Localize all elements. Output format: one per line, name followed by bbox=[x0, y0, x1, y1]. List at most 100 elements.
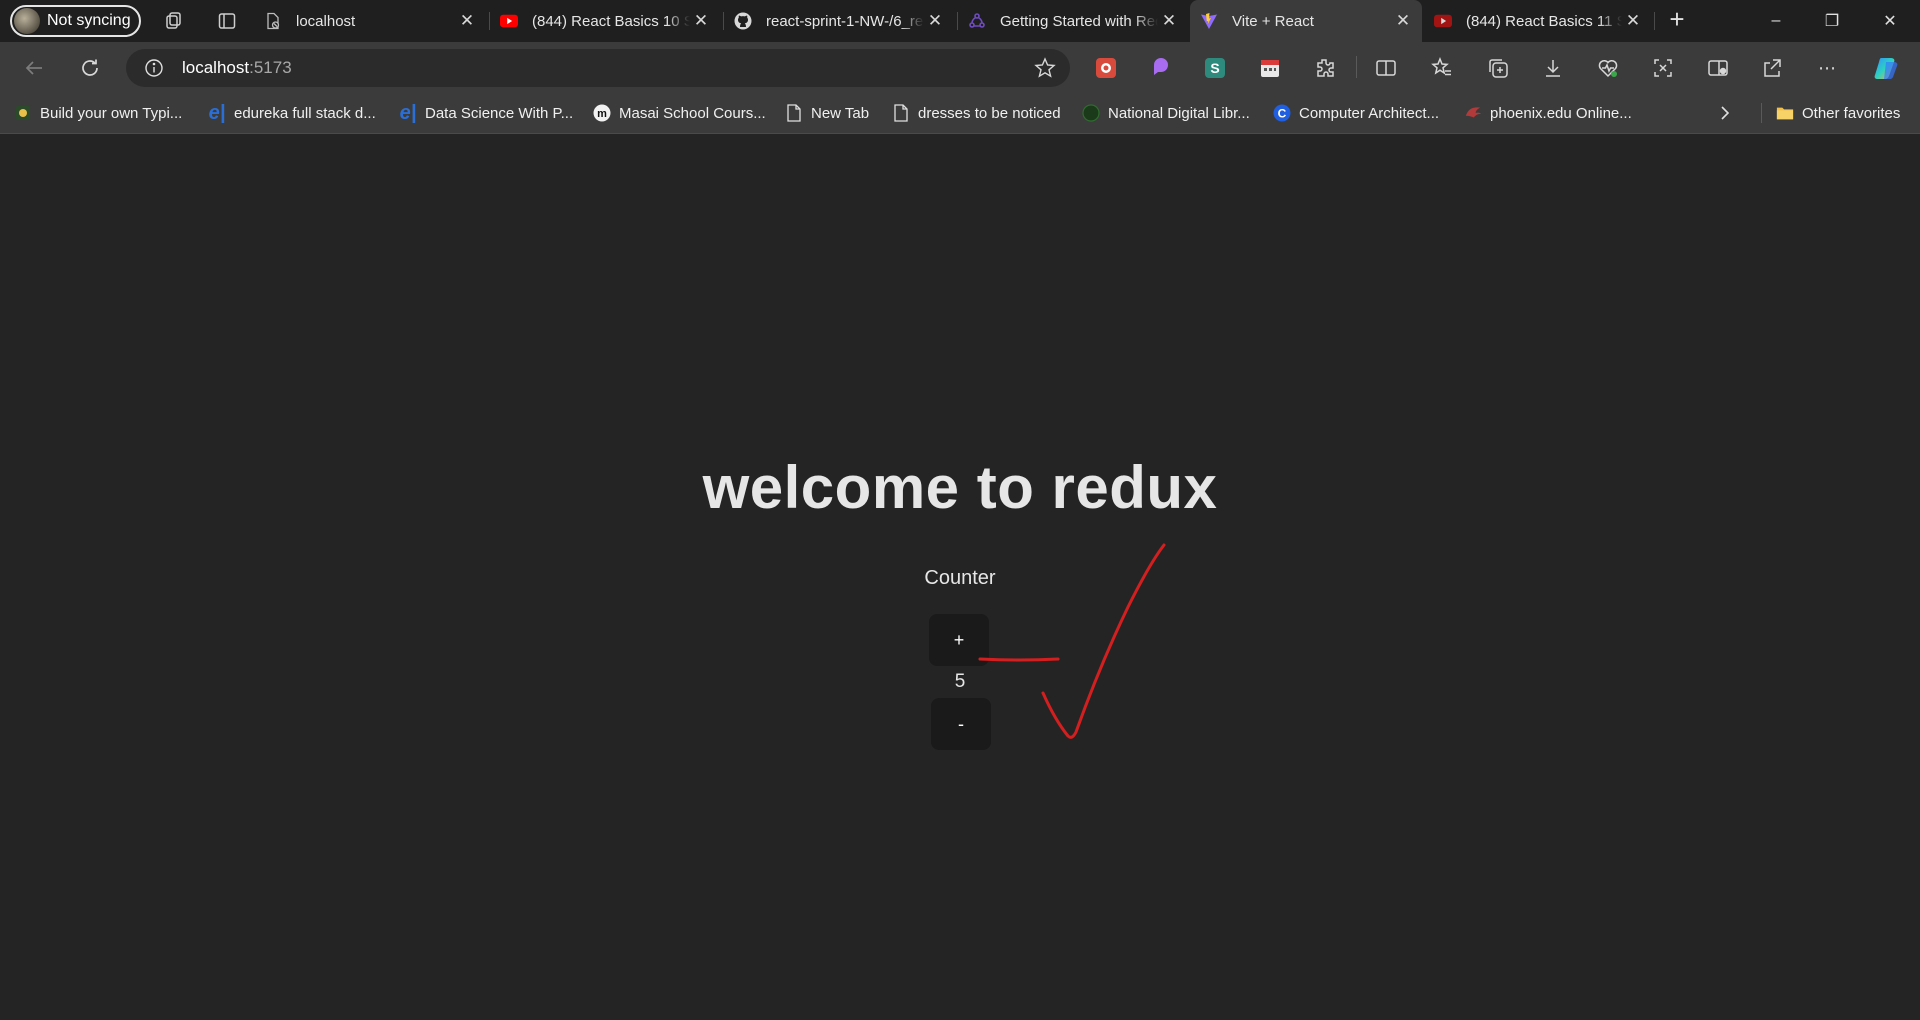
reading-view-icon[interactable] bbox=[1706, 56, 1730, 80]
tab-localhost[interactable]: localhost ✕ bbox=[254, 0, 486, 42]
favorites-icon[interactable] bbox=[1430, 56, 1454, 80]
restore-button[interactable]: ❐ bbox=[1804, 0, 1860, 42]
phoenix-icon bbox=[1464, 104, 1482, 122]
minimize-button[interactable]: – bbox=[1748, 0, 1804, 42]
youtube-icon bbox=[500, 12, 518, 30]
c-icon: C bbox=[1273, 104, 1291, 122]
refresh-button[interactable] bbox=[76, 54, 104, 82]
site-info-icon[interactable] bbox=[144, 58, 164, 78]
extension-purple-icon[interactable] bbox=[1149, 56, 1173, 80]
url-text[interactable]: localhost:5173 bbox=[182, 58, 292, 78]
page-viewport: welcome to redux Counter + 5 - bbox=[0, 135, 1920, 1020]
profile-button[interactable]: Not syncing bbox=[10, 5, 141, 37]
folder-icon bbox=[1776, 104, 1794, 122]
toolbar-divider bbox=[1356, 56, 1357, 78]
split-screen-icon[interactable] bbox=[1374, 56, 1398, 80]
star-icon[interactable] bbox=[1034, 57, 1056, 79]
favorite-label: Computer Architect... bbox=[1299, 104, 1440, 122]
tab-title: localhost bbox=[296, 12, 356, 30]
tab-redux-docs[interactable]: Getting Started with Redux ✕ bbox=[958, 0, 1188, 42]
favorite-label: dresses to be noticed bbox=[918, 104, 1061, 122]
page-icon bbox=[892, 104, 910, 122]
tab-title: (844) React Basics 11 Sprint bbox=[1466, 12, 1622, 30]
edureka-icon: e| bbox=[399, 101, 417, 124]
svg-text:S: S bbox=[1210, 60, 1219, 76]
share-icon[interactable] bbox=[1760, 56, 1784, 80]
browser-toolbar: localhost:5173 S ⋯ bbox=[0, 42, 1920, 92]
tab-separator bbox=[1654, 12, 1655, 30]
favorite-label: edureka full stack d... bbox=[234, 104, 376, 122]
favorite-label: New Tab bbox=[811, 104, 870, 122]
address-bar[interactable]: localhost:5173 bbox=[126, 49, 1070, 87]
page-heading: welcome to redux bbox=[702, 454, 1218, 521]
close-icon[interactable]: ✕ bbox=[690, 11, 712, 31]
profile-label: Not syncing bbox=[47, 12, 131, 29]
favorite-build-typing[interactable]: Build your own Typi... bbox=[14, 102, 182, 124]
increment-button[interactable]: + bbox=[929, 614, 989, 666]
vite-icon bbox=[1200, 12, 1218, 30]
annotation-underline bbox=[978, 657, 1060, 662]
workspaces-icon[interactable] bbox=[162, 9, 186, 33]
counter-label: Counter bbox=[924, 567, 996, 589]
tab-title: Vite + React bbox=[1232, 12, 1314, 30]
masai-icon: m bbox=[593, 104, 611, 122]
close-window-button[interactable]: ✕ bbox=[1862, 0, 1918, 42]
favorite-computer-architecture[interactable]: C Computer Architect... bbox=[1273, 102, 1439, 124]
avatar bbox=[14, 8, 40, 34]
extension-red-icon[interactable] bbox=[1094, 56, 1118, 80]
screenshot-icon[interactable] bbox=[1651, 56, 1675, 80]
ndl-icon bbox=[1082, 104, 1100, 122]
url-port: :5173 bbox=[249, 58, 292, 77]
favorite-masai-school[interactable]: m Masai School Cours... bbox=[593, 102, 766, 124]
favorite-phoenix-edu[interactable]: phoenix.edu Online... bbox=[1464, 102, 1632, 124]
blocked-page-icon bbox=[264, 12, 282, 30]
tab-react-basics-10[interactable]: (844) React Basics 10 Sprint ✕ bbox=[490, 0, 720, 42]
back-button[interactable] bbox=[20, 54, 48, 82]
collections-icon[interactable] bbox=[1486, 56, 1510, 80]
close-icon[interactable]: ✕ bbox=[924, 11, 946, 31]
tab-github-repo[interactable]: react-sprint-1-NW-/6_redux ✕ bbox=[724, 0, 954, 42]
favorite-label: Build your own Typi... bbox=[40, 104, 183, 122]
favorites-divider bbox=[1761, 103, 1762, 123]
copilot-icon[interactable] bbox=[1872, 53, 1902, 83]
new-tab-button[interactable]: + bbox=[1664, 4, 1690, 34]
svg-text:C: C bbox=[1278, 107, 1287, 121]
favorites-overflow-chevron-icon[interactable] bbox=[1718, 102, 1732, 124]
github-icon bbox=[734, 12, 752, 30]
tab-title: (844) React Basics 10 Sprint bbox=[532, 12, 690, 30]
favorite-dresses[interactable]: dresses to be noticed bbox=[892, 102, 1061, 124]
favorites-bar: Build your own Typi... e| edureka full s… bbox=[0, 92, 1920, 134]
tab-title: Getting Started with Redux bbox=[1000, 12, 1158, 30]
close-icon[interactable]: ✕ bbox=[456, 11, 478, 31]
favorite-national-digital-library[interactable]: National Digital Libr... bbox=[1082, 102, 1250, 124]
browser-essentials-icon[interactable] bbox=[1596, 56, 1620, 80]
favorite-label: Data Science With P... bbox=[425, 104, 574, 122]
youtube-icon bbox=[1434, 12, 1452, 30]
tab-vite-react[interactable]: Vite + React ✕ bbox=[1190, 0, 1422, 42]
browser-window: Not syncing localhost ✕ (844) React Basi… bbox=[0, 0, 1920, 1020]
tab-strip: Not syncing localhost ✕ (844) React Basi… bbox=[0, 0, 1920, 42]
tab-title: react-sprint-1-NW-/6_redux bbox=[766, 12, 924, 30]
more-options-icon[interactable]: ⋯ bbox=[1815, 56, 1839, 80]
downloads-icon[interactable] bbox=[1541, 56, 1565, 80]
favorite-new-tab[interactable]: New Tab bbox=[785, 102, 869, 124]
other-favorites-folder[interactable]: Other favorites bbox=[1776, 102, 1900, 124]
favorite-label: Masai School Cours... bbox=[619, 104, 766, 122]
tab-react-basics-11[interactable]: (844) React Basics 11 Sprint ✕ bbox=[1424, 0, 1652, 42]
extension-calendar-icon[interactable] bbox=[1258, 56, 1282, 80]
svg-text:m: m bbox=[597, 108, 607, 120]
favorite-label: National Digital Libr... bbox=[1108, 104, 1250, 122]
close-icon[interactable]: ✕ bbox=[1622, 11, 1644, 31]
tab-actions-icon[interactable] bbox=[215, 9, 239, 33]
counter-value: 5 bbox=[954, 671, 966, 692]
decrement-button[interactable]: - bbox=[931, 698, 991, 750]
favorite-edureka-fullstack[interactable]: e| edureka full stack d... bbox=[208, 102, 376, 124]
favorite-data-science[interactable]: e| Data Science With P... bbox=[399, 102, 573, 124]
close-icon[interactable]: ✕ bbox=[1392, 11, 1414, 31]
page-icon bbox=[785, 104, 803, 122]
close-icon[interactable]: ✕ bbox=[1158, 11, 1180, 31]
gear-favicon-icon bbox=[14, 104, 32, 122]
extensions-icon[interactable] bbox=[1313, 56, 1337, 80]
extension-s-icon[interactable]: S bbox=[1203, 56, 1227, 80]
favorite-label: phoenix.edu Online... bbox=[1490, 104, 1632, 122]
